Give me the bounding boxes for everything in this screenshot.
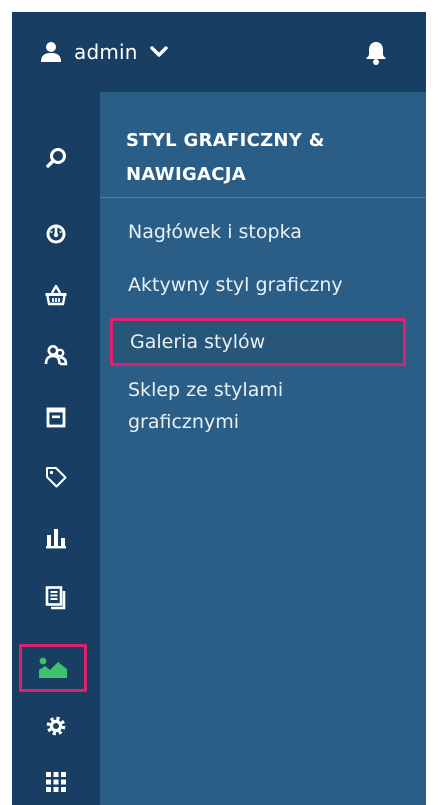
rail-item-search[interactable] bbox=[12, 135, 100, 181]
bell-icon bbox=[364, 42, 388, 70]
user-menu[interactable]: admin bbox=[40, 36, 168, 68]
chevron-down-icon bbox=[149, 45, 168, 59]
top-bar: admin bbox=[12, 12, 426, 92]
panel-title: STYL GRAFICZNY & NAWIGACJA bbox=[126, 130, 325, 185]
search-icon bbox=[45, 147, 67, 169]
bar-chart-icon bbox=[45, 527, 67, 549]
rail-item-products[interactable] bbox=[12, 394, 100, 440]
image-icon bbox=[38, 656, 68, 680]
icon-sidebar bbox=[12, 92, 100, 805]
grid-icon bbox=[45, 771, 67, 793]
documents-icon bbox=[45, 586, 67, 610]
gear-icon bbox=[44, 714, 68, 738]
nav-link-header-footer[interactable]: Nagłówek i stopka bbox=[128, 216, 418, 248]
nav-link-active-style[interactable]: Aktywny styl graficzny bbox=[128, 269, 418, 301]
rail-item-content[interactable] bbox=[12, 575, 100, 621]
nav-link-style-gallery[interactable]: Galeria stylów bbox=[110, 318, 406, 366]
rail-item-appearance[interactable] bbox=[19, 644, 87, 692]
basket-icon bbox=[44, 284, 68, 306]
users-icon bbox=[44, 344, 68, 366]
admin-app: admin STYL GRAFICZNY & NAWIGACJA Nagłówe… bbox=[12, 12, 426, 805]
speedometer-icon bbox=[45, 223, 67, 245]
notifications-button[interactable] bbox=[364, 40, 388, 66]
rail-item-settings[interactable] bbox=[12, 703, 100, 749]
rail-item-apps[interactable] bbox=[12, 759, 100, 805]
nav-link-style-shop[interactable]: Sklep ze stylami graficznymi bbox=[128, 374, 358, 438]
rail-item-promotions[interactable] bbox=[12, 454, 100, 500]
submenu-panel: STYL GRAFICZNY & NAWIGACJA Nagłówek i st… bbox=[100, 92, 426, 805]
box-icon bbox=[45, 406, 67, 428]
rail-item-orders[interactable] bbox=[12, 272, 100, 318]
user-icon bbox=[40, 41, 62, 63]
username-label: admin bbox=[74, 40, 138, 64]
panel-divider bbox=[100, 197, 426, 198]
tag-icon bbox=[45, 466, 67, 488]
rail-item-reports[interactable] bbox=[12, 515, 100, 561]
rail-item-customers[interactable] bbox=[12, 332, 100, 378]
rail-item-dashboard[interactable] bbox=[12, 211, 100, 257]
